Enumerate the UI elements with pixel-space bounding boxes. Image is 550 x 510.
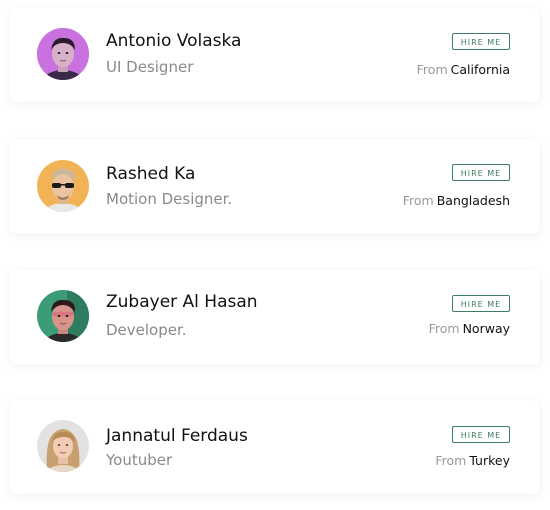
avatar <box>37 160 89 212</box>
profile-role: Youtuber <box>106 451 173 469</box>
avatar-man-sunglasses-icon <box>37 160 89 212</box>
profile-location: From Turkey <box>435 453 510 468</box>
profile-card: Jannatul Ferdaus Youtuber HIRE ME From Tu… <box>10 400 540 494</box>
profile-role: Motion Designer. <box>106 190 233 208</box>
hire-me-button[interactable]: HIRE ME <box>452 426 510 443</box>
profile-location: From Bangladesh <box>403 193 510 208</box>
location-value: Turkey <box>469 453 510 468</box>
profile-card: Rashed Ka Motion Designer. HIRE ME From B… <box>10 140 540 234</box>
profile-name: Antonio Volaska <box>106 31 242 51</box>
from-label: From <box>416 62 448 77</box>
hire-me-button[interactable]: HIRE ME <box>452 33 510 50</box>
profile-card: Zubayer Al Hasan Developer. HIRE ME From… <box>10 270 540 364</box>
profile-role: Developer. <box>106 321 187 339</box>
profile-location: From Norway <box>429 321 510 336</box>
location-value: Bangladesh <box>436 193 510 208</box>
hire-me-button[interactable]: HIRE ME <box>452 295 510 312</box>
profile-name: Rashed Ka <box>106 164 196 184</box>
location-value: California <box>450 62 510 77</box>
location-value: Norway <box>462 321 510 336</box>
avatar-man-pink-icon <box>37 28 89 80</box>
from-label: From <box>435 453 467 468</box>
profile-role: UI Designer <box>106 58 194 76</box>
profile-list: Antonio Volaska UI Designer HIRE ME From… <box>0 0 550 510</box>
avatar <box>37 28 89 80</box>
avatar <box>37 420 89 472</box>
avatar-man-green-icon <box>37 290 89 342</box>
from-label: From <box>402 193 434 208</box>
profile-name: Zubayer Al Hasan <box>106 292 258 312</box>
from-label: From <box>428 321 460 336</box>
hire-me-button[interactable]: HIRE ME <box>452 164 510 181</box>
profile-location: From California <box>417 62 510 77</box>
profile-name: Jannatul Ferdaus <box>106 426 248 446</box>
profile-card: Antonio Volaska UI Designer HIRE ME From… <box>10 8 540 102</box>
avatar-woman-icon <box>37 420 89 472</box>
avatar <box>37 290 89 342</box>
